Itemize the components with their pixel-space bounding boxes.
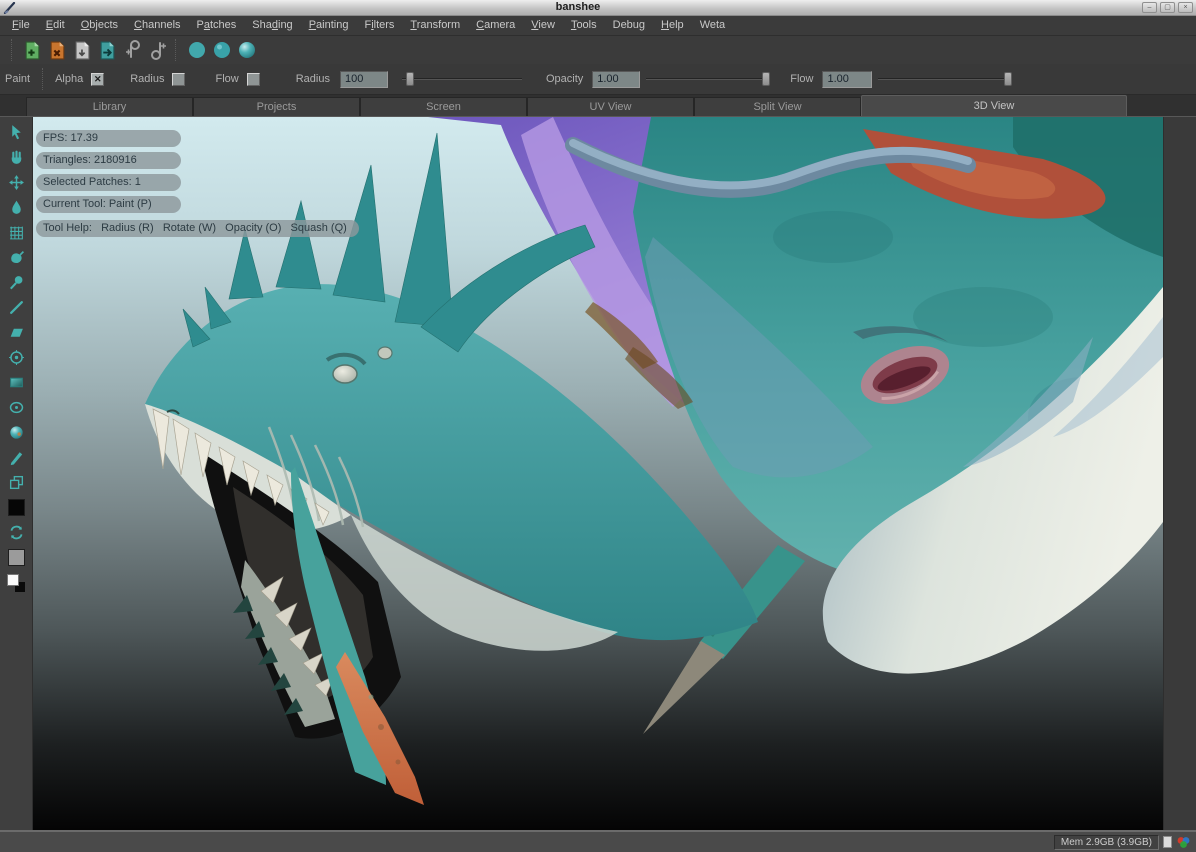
radius-label: Radius <box>296 73 330 85</box>
background-color-swatch[interactable] <box>4 545 29 570</box>
alpha-label: Alpha <box>55 73 83 85</box>
tab-3d-view[interactable]: 3D View <box>861 95 1127 116</box>
hud-tool-help: Tool Help: Radius (R) Rotate (W) Opacity… <box>36 220 359 237</box>
select-cursor-icon[interactable] <box>4 120 29 145</box>
3d-viewport[interactable]: FPS: 17.39 Triangles: 2180916 Selected P… <box>33 117 1163 830</box>
radius-slider[interactable] <box>402 71 522 87</box>
menu-shading[interactable]: Shading <box>244 16 300 35</box>
flow-toggle-label: Flow <box>215 73 238 85</box>
tab-projects[interactable]: Projects <box>193 97 360 116</box>
opacity-field[interactable]: 1.00 <box>592 71 640 88</box>
menu-help[interactable]: Help <box>653 16 692 35</box>
status-bar: Mem 2.9GB (3.9GB) <box>0 832 1196 852</box>
opacity-slider[interactable] <box>646 71 770 87</box>
current-tool-label: Paint <box>5 73 30 85</box>
droplet-icon[interactable] <box>4 195 29 220</box>
tab-screen[interactable]: Screen <box>360 97 527 116</box>
radius-toggle-label: Radius <box>130 73 164 85</box>
toolbar-separator <box>175 39 179 61</box>
menu-filters[interactable]: Filters <box>356 16 402 35</box>
menu-patches[interactable]: Patches <box>189 16 245 35</box>
new-project-icon[interactable] <box>20 38 45 62</box>
hud-fps: FPS: 17.39 <box>36 130 181 147</box>
save-project-icon[interactable] <box>70 38 95 62</box>
flow-slider[interactable] <box>878 71 1012 87</box>
curve-d-icon[interactable] <box>145 38 170 62</box>
menu-bar: File Edit Objects Channels Patches Shadi… <box>0 16 1196 36</box>
flow-label: Flow <box>790 73 813 85</box>
clone-circle-icon[interactable] <box>4 345 29 370</box>
hud-selected-patches: Selected Patches: 1 <box>36 174 181 191</box>
marquee-rect-icon[interactable] <box>4 370 29 395</box>
menu-tools[interactable]: Tools <box>563 16 605 35</box>
tab-uv-view[interactable]: UV View <box>527 97 694 116</box>
window-title: banshee <box>17 0 1139 15</box>
move-icon[interactable] <box>4 170 29 195</box>
app-icon <box>3 2 17 14</box>
flow-field[interactable]: 1.00 <box>822 71 872 88</box>
radius-field[interactable]: 100 <box>340 71 388 88</box>
pin-icon[interactable] <box>4 270 29 295</box>
smudge-blob-icon[interactable] <box>4 245 29 270</box>
shading-basic-icon[interactable] <box>209 38 234 62</box>
fg-bg-swatches[interactable] <box>4 570 29 595</box>
main-toolbar <box>0 36 1196 64</box>
paint-options-bar: Paint Alpha ✕ Radius Flow Radius 100 Opa… <box>0 64 1196 95</box>
toolbar-separator <box>11 39 15 61</box>
menu-camera[interactable]: Camera <box>468 16 523 35</box>
tab-split-view[interactable]: Split View <box>694 97 861 116</box>
export-project-icon[interactable] <box>95 38 120 62</box>
menu-debug[interactable]: Debug <box>605 16 653 35</box>
hud-overlay: FPS: 17.39 Triangles: 2180916 Selected P… <box>36 130 359 242</box>
alpha-checkbox[interactable]: ✕ <box>91 73 104 86</box>
tool-column <box>0 117 33 830</box>
swap-colors-icon[interactable] <box>4 520 29 545</box>
hud-triangles: Triangles: 2180916 <box>36 152 181 169</box>
projection-p-icon[interactable] <box>120 38 145 62</box>
app-window: banshee – ▢ × File Edit Objects Channels… <box>0 0 1196 852</box>
maximize-button[interactable]: ▢ <box>1160 2 1175 13</box>
foreground-color-swatch[interactable] <box>4 495 29 520</box>
paintbar-separator <box>42 68 46 90</box>
main-area: FPS: 17.39 Triangles: 2180916 Selected P… <box>0 117 1196 830</box>
title-bar: banshee – ▢ × <box>0 0 1196 16</box>
flow-checkbox[interactable] <box>247 73 260 86</box>
menu-file[interactable]: File <box>4 16 38 35</box>
radius-checkbox[interactable] <box>172 73 185 86</box>
shading-flat-icon[interactable] <box>184 38 209 62</box>
eraser-icon[interactable] <box>4 320 29 345</box>
pan-hand-icon[interactable] <box>4 145 29 170</box>
menu-transform[interactable]: Transform <box>402 16 468 35</box>
menu-view[interactable]: View <box>523 16 563 35</box>
menu-weta[interactable]: Weta <box>692 16 733 35</box>
minimize-button[interactable]: – <box>1142 2 1157 13</box>
rgb-color-icon[interactable] <box>1176 836 1191 849</box>
memory-indicator: Mem 2.9GB (3.9GB) <box>1054 835 1159 850</box>
menu-painting[interactable]: Painting <box>301 16 357 35</box>
status-swatch <box>1163 836 1172 848</box>
right-margin-strip <box>1163 117 1196 830</box>
close-project-icon[interactable] <box>45 38 70 62</box>
sphere-paint-icon[interactable] <box>4 420 29 445</box>
menu-objects[interactable]: Objects <box>73 16 126 35</box>
line-icon[interactable] <box>4 295 29 320</box>
tab-library[interactable]: Library <box>26 97 193 116</box>
view-tab-bar: Library Projects Screen UV View Split Vi… <box>0 95 1196 117</box>
pencil-icon[interactable] <box>4 445 29 470</box>
menu-channels[interactable]: Channels <box>126 16 189 35</box>
close-button[interactable]: × <box>1178 2 1193 13</box>
hud-current-tool: Current Tool: Paint (P) <box>36 196 181 213</box>
copy-patch-icon[interactable] <box>4 470 29 495</box>
opacity-label: Opacity <box>546 73 583 85</box>
shading-full-icon[interactable] <box>234 38 259 62</box>
menu-edit[interactable]: Edit <box>38 16 73 35</box>
mesh-grid-icon[interactable] <box>4 220 29 245</box>
ellipse-select-icon[interactable] <box>4 395 29 420</box>
